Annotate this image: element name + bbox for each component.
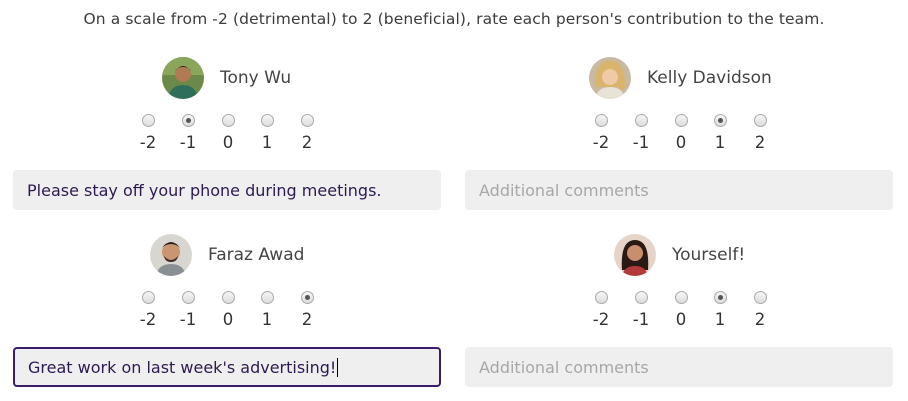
radio-button-neg1[interactable] bbox=[181, 291, 195, 304]
radio-button-0[interactable] bbox=[221, 291, 235, 304]
comment-field-tony[interactable]: Please stay off your phone during meetin… bbox=[13, 170, 441, 210]
radio-button-2[interactable] bbox=[753, 114, 767, 127]
radio-button-neg1[interactable] bbox=[634, 114, 648, 127]
radio-label: 0 bbox=[675, 310, 687, 329]
radio-button-neg2[interactable] bbox=[594, 114, 608, 127]
comment-text: Great work on last week's advertising! bbox=[28, 357, 337, 377]
radio-label: 2 bbox=[754, 310, 766, 329]
radio-button-0[interactable] bbox=[674, 291, 688, 304]
radio-label: 1 bbox=[714, 310, 726, 329]
radio-button-neg1[interactable] bbox=[634, 291, 648, 304]
comment-field-kelly[interactable]: Additional comments bbox=[465, 170, 893, 210]
radio-button-neg2[interactable] bbox=[141, 291, 155, 304]
radio-button-2[interactable] bbox=[300, 291, 314, 304]
radio-button-1[interactable] bbox=[713, 291, 727, 304]
radio-label: 2 bbox=[301, 310, 313, 329]
person-header-faraz: Faraz Awad bbox=[150, 234, 304, 276]
radio-button-0[interactable] bbox=[221, 114, 235, 127]
radio-label: -2 bbox=[139, 310, 157, 329]
radio-label: -1 bbox=[632, 133, 650, 152]
text-cursor bbox=[337, 357, 339, 377]
radio-label: 0 bbox=[222, 310, 234, 329]
person-name: Kelly Davidson bbox=[647, 68, 772, 88]
radio-button-1[interactable] bbox=[260, 114, 274, 127]
radio-label: -2 bbox=[139, 133, 157, 152]
radio-label: 1 bbox=[714, 133, 726, 152]
radio-label: -1 bbox=[632, 310, 650, 329]
person-name: Yourself! bbox=[672, 245, 746, 265]
person-name: Faraz Awad bbox=[208, 245, 305, 265]
radio-button-neg1[interactable] bbox=[181, 114, 195, 127]
radio-button-neg2[interactable] bbox=[141, 114, 155, 127]
radio-label: 2 bbox=[754, 133, 766, 152]
comment-field-yourself[interactable]: Additional comments bbox=[465, 347, 893, 387]
person-header-yourself: Yourself! bbox=[614, 234, 745, 276]
radio-label: 0 bbox=[675, 133, 687, 152]
comment-field-faraz[interactable]: Great work on last week's advertising! bbox=[13, 347, 441, 387]
person-header-tony: Tony Wu bbox=[162, 57, 291, 99]
radio-button-0[interactable] bbox=[674, 114, 688, 127]
instructions-text: On a scale from -2 (detrimental) to 2 (b… bbox=[83, 10, 825, 28]
radio-button-2[interactable] bbox=[300, 114, 314, 127]
radio-label: -2 bbox=[592, 133, 610, 152]
person-header-kelly: Kelly Davidson bbox=[589, 57, 772, 99]
avatar-icon bbox=[150, 234, 192, 276]
avatar-icon bbox=[162, 57, 204, 99]
radio-button-2[interactable] bbox=[753, 291, 767, 304]
radio-button-1[interactable] bbox=[713, 114, 727, 127]
radio-label: 0 bbox=[222, 133, 234, 152]
radio-button-neg2[interactable] bbox=[594, 291, 608, 304]
radio-label: -1 bbox=[179, 133, 197, 152]
radio-label: -2 bbox=[592, 310, 610, 329]
avatar-icon bbox=[589, 57, 631, 99]
radio-label: 1 bbox=[261, 133, 273, 152]
person-name: Tony Wu bbox=[220, 68, 292, 88]
avatar-icon bbox=[614, 234, 656, 276]
radio-label: 2 bbox=[301, 133, 313, 152]
radio-label: 1 bbox=[261, 310, 273, 329]
radio-button-1[interactable] bbox=[260, 291, 274, 304]
radio-label: -1 bbox=[179, 310, 197, 329]
